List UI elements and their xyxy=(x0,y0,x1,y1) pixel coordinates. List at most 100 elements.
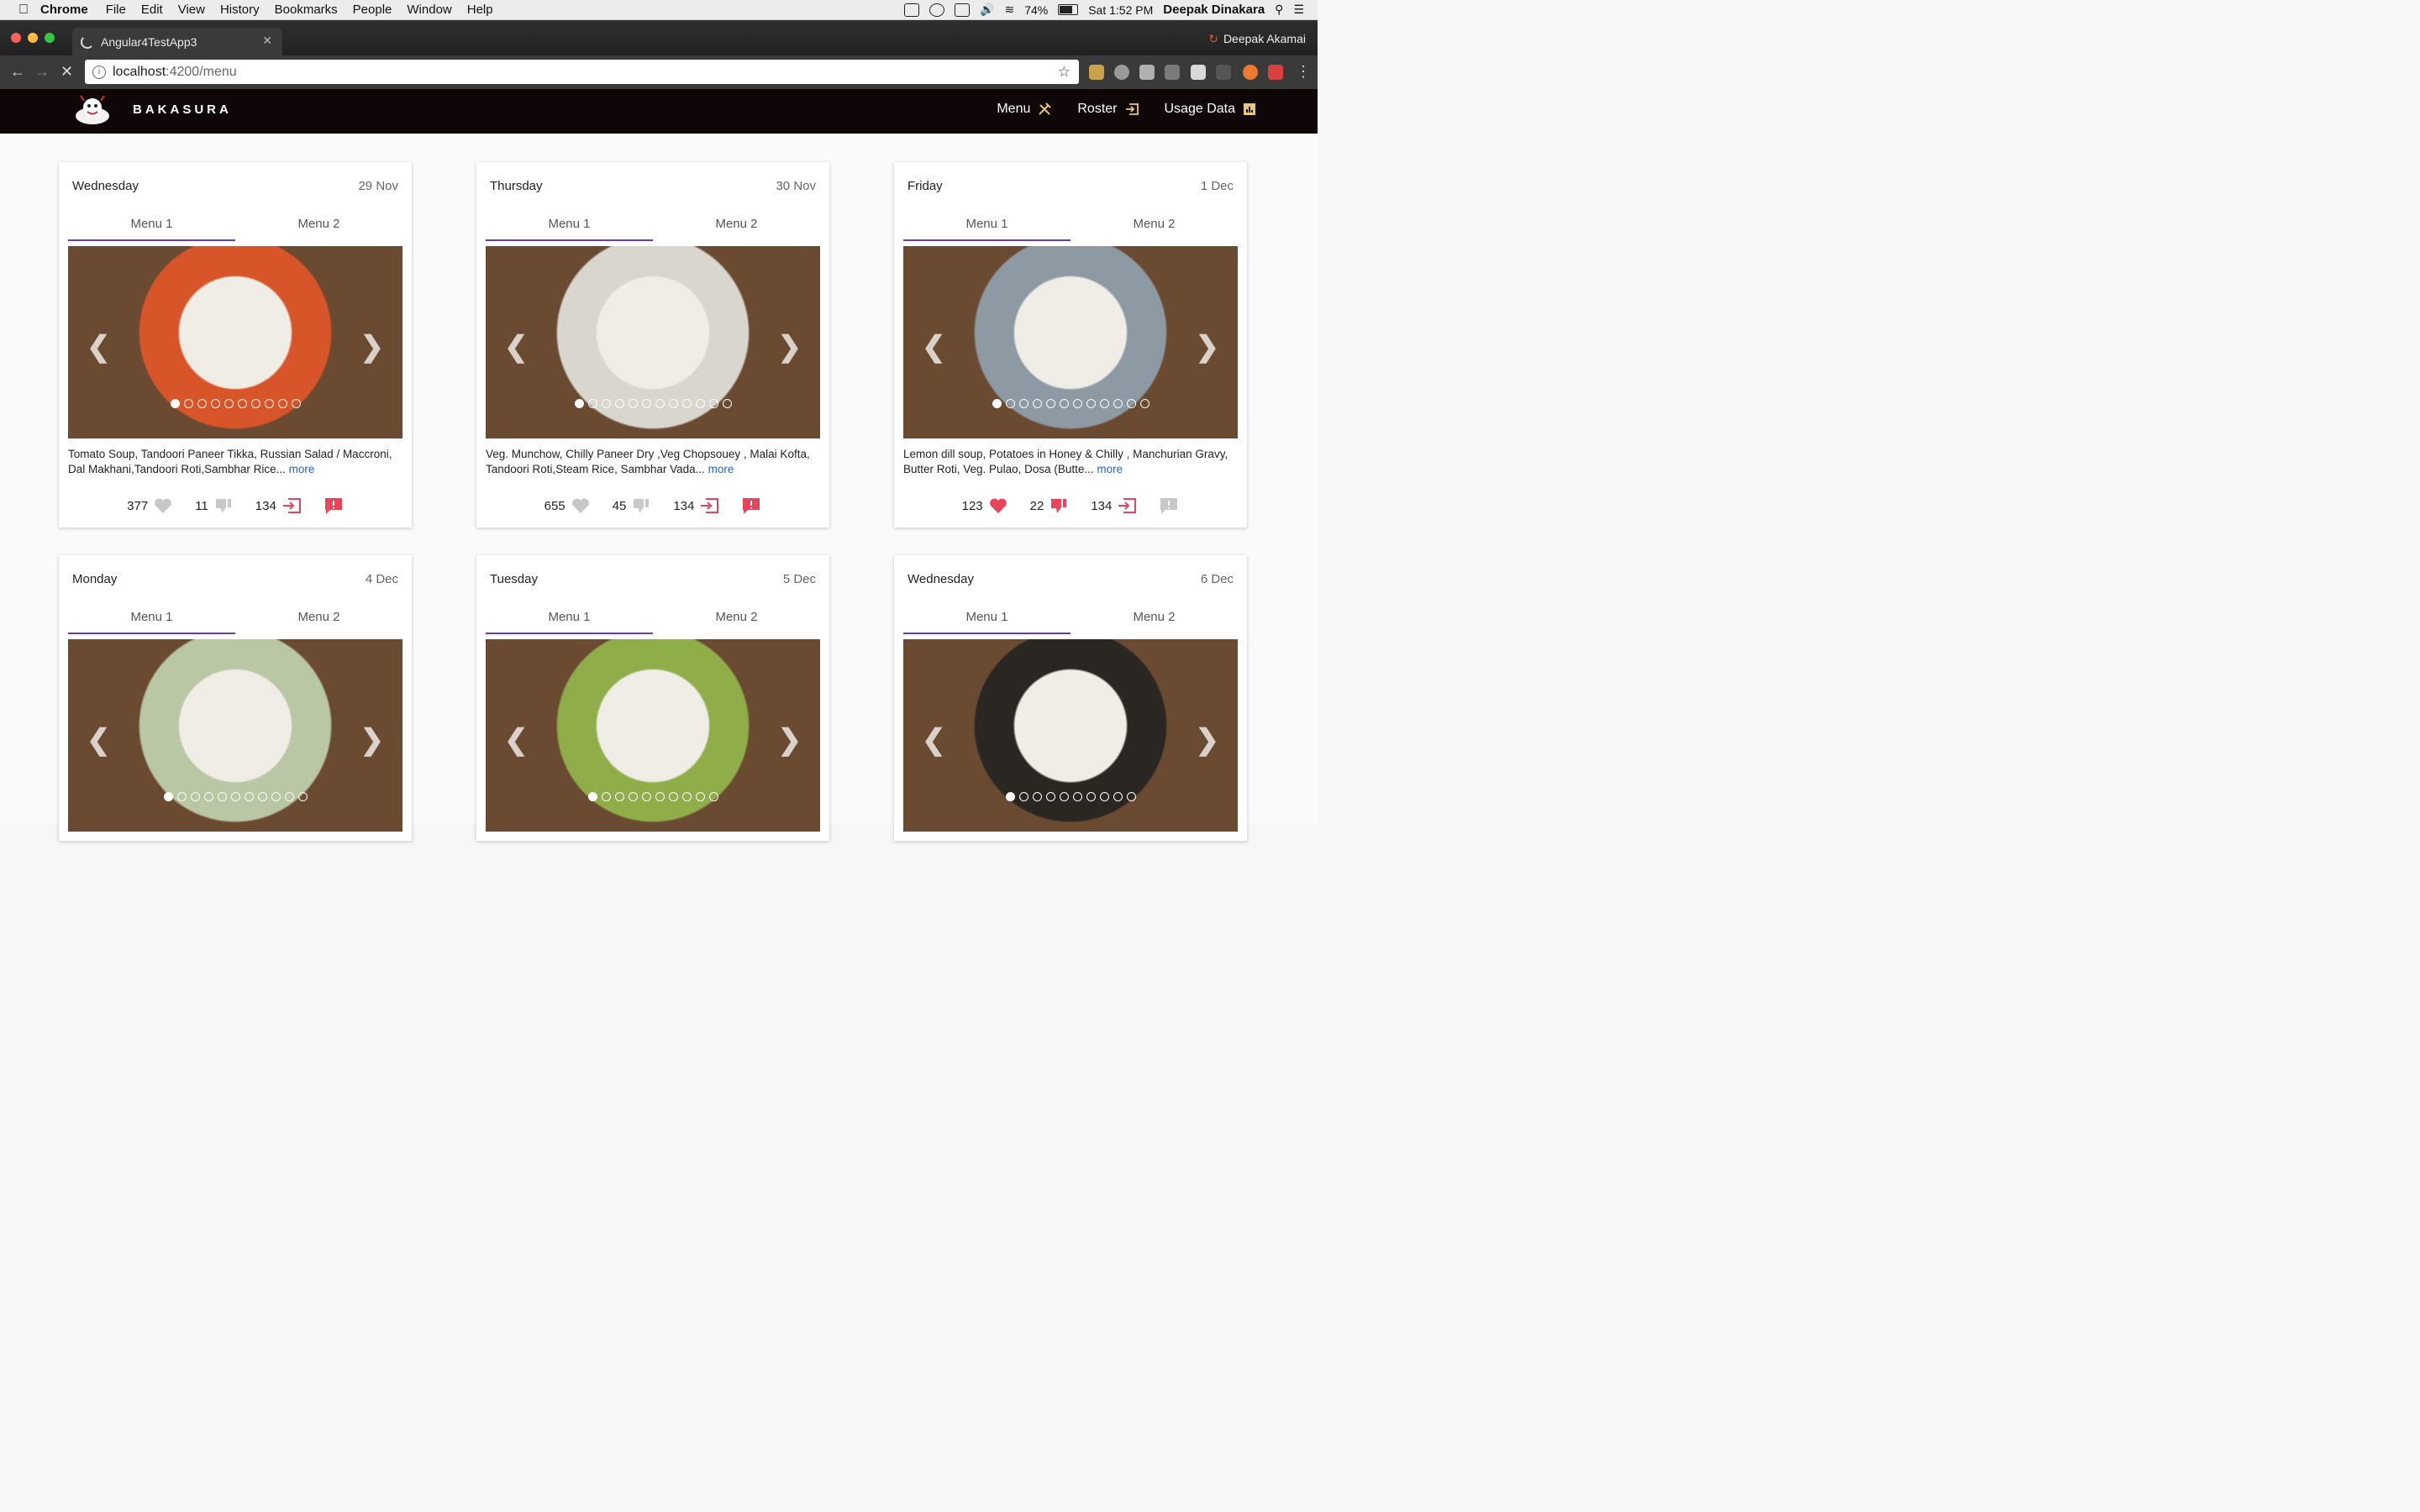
carousel-dot[interactable] xyxy=(1113,399,1123,408)
close-window-icon[interactable] xyxy=(11,33,21,43)
carousel-next-icon[interactable]: ❯ xyxy=(778,330,802,364)
menu-history[interactable]: History xyxy=(213,3,267,17)
carousel-dot[interactable] xyxy=(237,399,247,408)
carousel-next-icon[interactable]: ❯ xyxy=(1196,723,1220,757)
bookmark-star-icon[interactable]: ☆ xyxy=(1058,64,1071,81)
tab-menu-2[interactable]: Menu 2 xyxy=(653,602,820,639)
carousel-prev-icon[interactable]: ❮ xyxy=(87,723,111,757)
tab-menu-2[interactable]: Menu 2 xyxy=(235,209,402,246)
nav-roster[interactable]: Roster xyxy=(1077,102,1139,117)
menu-view[interactable]: View xyxy=(171,3,213,17)
carousel-dot[interactable] xyxy=(655,792,665,801)
carousel-dot[interactable] xyxy=(183,399,193,408)
carousel-dot[interactable] xyxy=(708,399,718,408)
like-button[interactable]: 123 xyxy=(962,496,1008,515)
carousel-dot[interactable] xyxy=(1018,399,1028,408)
tab-menu-1[interactable]: Menu 1 xyxy=(68,602,235,639)
more-link[interactable]: more xyxy=(708,463,734,475)
forward-icon[interactable]: → xyxy=(34,63,50,81)
clock[interactable]: Sat 1:52 PM xyxy=(1088,3,1153,17)
like-button[interactable]: 655 xyxy=(544,496,591,515)
extension-3-icon[interactable] xyxy=(1139,65,1155,80)
extension-2-icon[interactable] xyxy=(1114,65,1129,80)
carousel-dot[interactable] xyxy=(250,399,260,408)
lock-icon[interactable] xyxy=(955,3,971,17)
carousel-dot[interactable] xyxy=(291,399,301,408)
wifi-icon[interactable]: ≋ xyxy=(1004,3,1014,17)
carousel-dot[interactable] xyxy=(1113,792,1123,801)
carousel-dot[interactable] xyxy=(1139,399,1150,408)
zoom-window-icon[interactable] xyxy=(45,33,55,43)
extension-6-icon[interactable] xyxy=(1216,65,1231,80)
carousel-prev-icon[interactable]: ❮ xyxy=(504,330,529,364)
tab-menu-2[interactable]: Menu 2 xyxy=(653,209,820,246)
carousel-dot[interactable] xyxy=(681,792,692,801)
carousel-dot[interactable] xyxy=(203,792,213,801)
tab-menu-1[interactable]: Menu 1 xyxy=(903,209,1071,246)
carousel-dot[interactable] xyxy=(1099,399,1109,408)
carousel-prev-icon[interactable]: ❮ xyxy=(504,723,529,757)
tab-menu-1[interactable]: Menu 1 xyxy=(903,602,1071,639)
carousel-dot[interactable] xyxy=(197,399,207,408)
back-icon[interactable]: ← xyxy=(10,63,25,81)
carousel-dot[interactable] xyxy=(1059,399,1069,408)
extension-4-icon[interactable] xyxy=(1165,65,1180,80)
carousel-dot[interactable] xyxy=(1126,399,1136,408)
tab-menu-2[interactable]: Menu 2 xyxy=(1071,209,1238,246)
extension-5-icon[interactable] xyxy=(1191,65,1206,80)
tab-menu-1[interactable]: Menu 1 xyxy=(486,209,653,246)
carousel-next-icon[interactable]: ❯ xyxy=(778,723,802,757)
apple-icon[interactable]:  xyxy=(0,3,29,18)
menu-people[interactable]: People xyxy=(345,3,400,17)
app-menu-chrome[interactable]: Chrome xyxy=(40,3,98,17)
checkin-button[interactable]: 134 xyxy=(1091,496,1137,515)
carousel-next-icon[interactable]: ❯ xyxy=(1196,330,1220,364)
address-bar[interactable]: i localhost:4200/menu ☆ xyxy=(85,60,1079,84)
carousel-dot[interactable] xyxy=(230,792,240,801)
volume-icon[interactable]: 🔊 xyxy=(980,3,994,17)
bakasura-logo-icon[interactable] xyxy=(72,94,113,128)
carousel-dot[interactable] xyxy=(695,399,705,408)
checkin-button[interactable]: 134 xyxy=(673,496,719,515)
carousel-next-icon[interactable]: ❯ xyxy=(360,330,385,364)
carousel-dot[interactable] xyxy=(708,792,718,801)
carousel-dot[interactable] xyxy=(614,399,624,408)
carousel-dot[interactable] xyxy=(722,399,732,408)
minimize-window-icon[interactable] xyxy=(28,33,38,43)
tab-menu-1[interactable]: Menu 1 xyxy=(68,209,235,246)
carousel-dot[interactable] xyxy=(163,792,173,801)
battery-icon[interactable] xyxy=(1058,4,1079,15)
carousel-dot[interactable] xyxy=(277,399,287,408)
carousel-prev-icon[interactable]: ❮ xyxy=(922,330,946,364)
brand-name[interactable]: BAKASURA xyxy=(133,102,232,117)
dislike-button[interactable]: 22 xyxy=(1030,496,1070,515)
menu-file[interactable]: File xyxy=(98,3,134,17)
carousel-dot[interactable] xyxy=(224,399,234,408)
carousel-dot[interactable] xyxy=(614,792,624,801)
carousel-prev-icon[interactable]: ❮ xyxy=(922,723,946,757)
dislike-button[interactable]: 45 xyxy=(613,496,652,515)
menu-edit[interactable]: Edit xyxy=(134,3,171,17)
carousel-dot[interactable] xyxy=(190,792,200,801)
carousel-dot[interactable] xyxy=(176,792,187,801)
carousel-dot[interactable] xyxy=(1045,399,1055,408)
extension-7-icon[interactable] xyxy=(1243,65,1258,80)
tab-menu-2[interactable]: Menu 2 xyxy=(1071,602,1238,639)
carousel-dot[interactable] xyxy=(655,399,665,408)
search-icon[interactable]: ⚲ xyxy=(1275,3,1283,17)
carousel-dot[interactable] xyxy=(601,399,611,408)
tab-menu-2[interactable]: Menu 2 xyxy=(235,602,402,639)
status-sync-icon[interactable] xyxy=(929,3,945,17)
extension-1-icon[interactable] xyxy=(1089,65,1104,80)
carousel-dot[interactable] xyxy=(217,792,227,801)
status-app-icon[interactable] xyxy=(904,3,920,17)
carousel-dot[interactable] xyxy=(284,792,294,801)
dislike-button[interactable]: 11 xyxy=(195,496,234,515)
carousel-dot[interactable] xyxy=(1099,792,1109,801)
carousel-dot[interactable] xyxy=(1032,792,1042,801)
checkin-button[interactable]: 134 xyxy=(255,496,302,515)
carousel-dot[interactable] xyxy=(297,792,308,801)
report-button[interactable] xyxy=(741,496,761,515)
carousel-dot[interactable] xyxy=(992,399,1002,408)
carousel-dot[interactable] xyxy=(1072,399,1082,408)
